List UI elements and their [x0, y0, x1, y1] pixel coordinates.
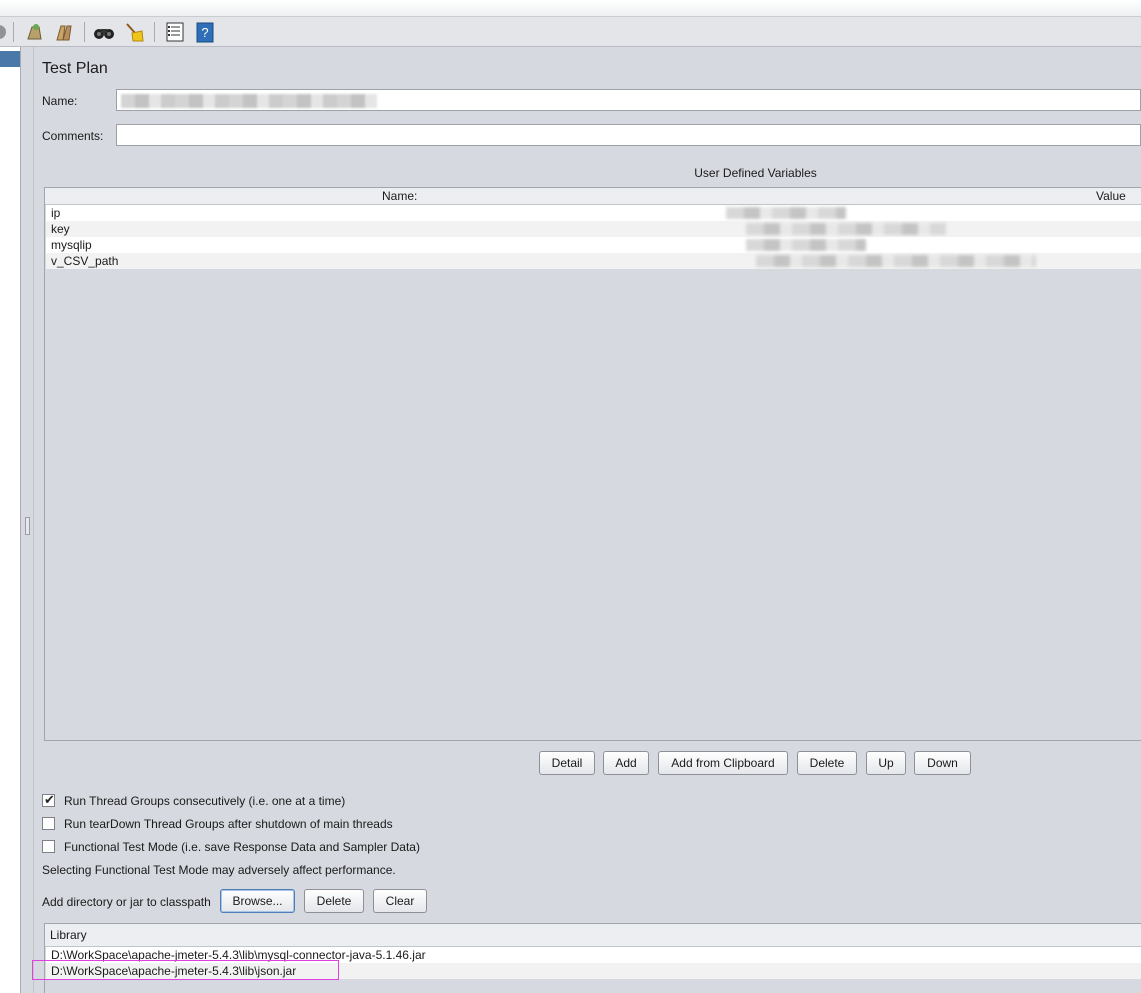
classpath-label: Add directory or jar to classpath: [42, 895, 211, 909]
var-name: ip: [51, 206, 61, 220]
functional-mode-checkbox[interactable]: [42, 840, 55, 853]
name-field[interactable]: [116, 89, 1141, 111]
toolbar-separator: [154, 22, 155, 42]
col-library-header[interactable]: Library: [50, 928, 87, 942]
var-name: v_CSV_path: [51, 254, 119, 268]
comments-label: Comments:: [42, 129, 104, 143]
library-table[interactable]: Library D:\WorkSpace\apache-jmeter-5.4.3…: [44, 923, 1141, 993]
table-row[interactable]: ip: [46, 205, 1141, 221]
table-row[interactable]: key: [46, 221, 1141, 237]
function-helper-icon[interactable]: [164, 21, 186, 43]
search-binoculars-icon[interactable]: [93, 21, 115, 43]
delete-classpath-button[interactable]: Delete: [304, 889, 364, 913]
toolbar: ?: [0, 17, 1141, 47]
selected-tree-node[interactable]: [0, 51, 20, 67]
clear-all-icon[interactable]: [53, 21, 75, 43]
redacted-value: [746, 223, 946, 235]
panel-splitter[interactable]: [20, 47, 34, 993]
comments-field[interactable]: [116, 124, 1141, 146]
col-name-header[interactable]: Name:: [382, 189, 417, 203]
svg-text:?: ?: [201, 25, 208, 40]
check-mark-icon: ✔: [44, 792, 55, 807]
redacted-value: [756, 255, 1036, 267]
table-row[interactable]: mysqlip: [46, 237, 1141, 253]
run-teardown-label: Run tearDown Thread Groups after shutdow…: [64, 817, 393, 831]
window-top-strip: [0, 0, 1141, 17]
browse-button[interactable]: Browse...: [220, 889, 295, 913]
clear-classpath-button[interactable]: Clear: [373, 889, 427, 913]
var-name: mysqlip: [51, 238, 92, 252]
name-label: Name:: [42, 94, 78, 108]
var-name: key: [51, 222, 70, 236]
add-button[interactable]: Add: [603, 751, 649, 775]
run-consecutively-checkbox[interactable]: ✔: [42, 792, 55, 807]
redacted-name: [121, 94, 377, 108]
annotation-highlight-box: [32, 960, 339, 980]
udv-table-header: Name: Value: [45, 188, 1141, 205]
splitter-grip[interactable]: [25, 517, 30, 535]
redacted-value: [726, 207, 846, 219]
run-consecutively-label: Run Thread Groups consecutively (i.e. on…: [64, 794, 346, 808]
run-teardown-checkbox[interactable]: [42, 817, 55, 830]
col-value-header[interactable]: Value: [1096, 189, 1126, 203]
delete-variable-button[interactable]: Delete: [797, 751, 857, 775]
add-from-clipboard-button[interactable]: Add from Clipboard: [658, 751, 788, 775]
help-icon[interactable]: ?: [194, 21, 216, 43]
table-row[interactable]: v_CSV_path: [46, 253, 1141, 269]
test-tree-panel[interactable]: [0, 47, 20, 993]
clear-icon[interactable]: [23, 21, 45, 43]
reset-search-broom-icon[interactable]: [123, 21, 145, 43]
library-table-header: Library: [45, 924, 1141, 947]
toolbar-separator: [13, 22, 14, 42]
functional-mode-note: Selecting Functional Test Mode may adver…: [42, 863, 396, 877]
udv-table[interactable]: Name: Value ip key mysqlip v_CSV_path: [44, 187, 1141, 741]
udv-title: User Defined Variables: [694, 166, 817, 180]
down-button[interactable]: Down: [914, 751, 971, 775]
redacted-value: [746, 239, 866, 251]
up-button[interactable]: Up: [866, 751, 906, 775]
stop-icon[interactable]: [0, 21, 10, 43]
page-title: Test Plan: [42, 60, 108, 77]
detail-button[interactable]: Detail: [539, 751, 595, 775]
toolbar-separator: [84, 22, 85, 42]
functional-mode-label: Functional Test Mode (i.e. save Response…: [64, 840, 420, 854]
